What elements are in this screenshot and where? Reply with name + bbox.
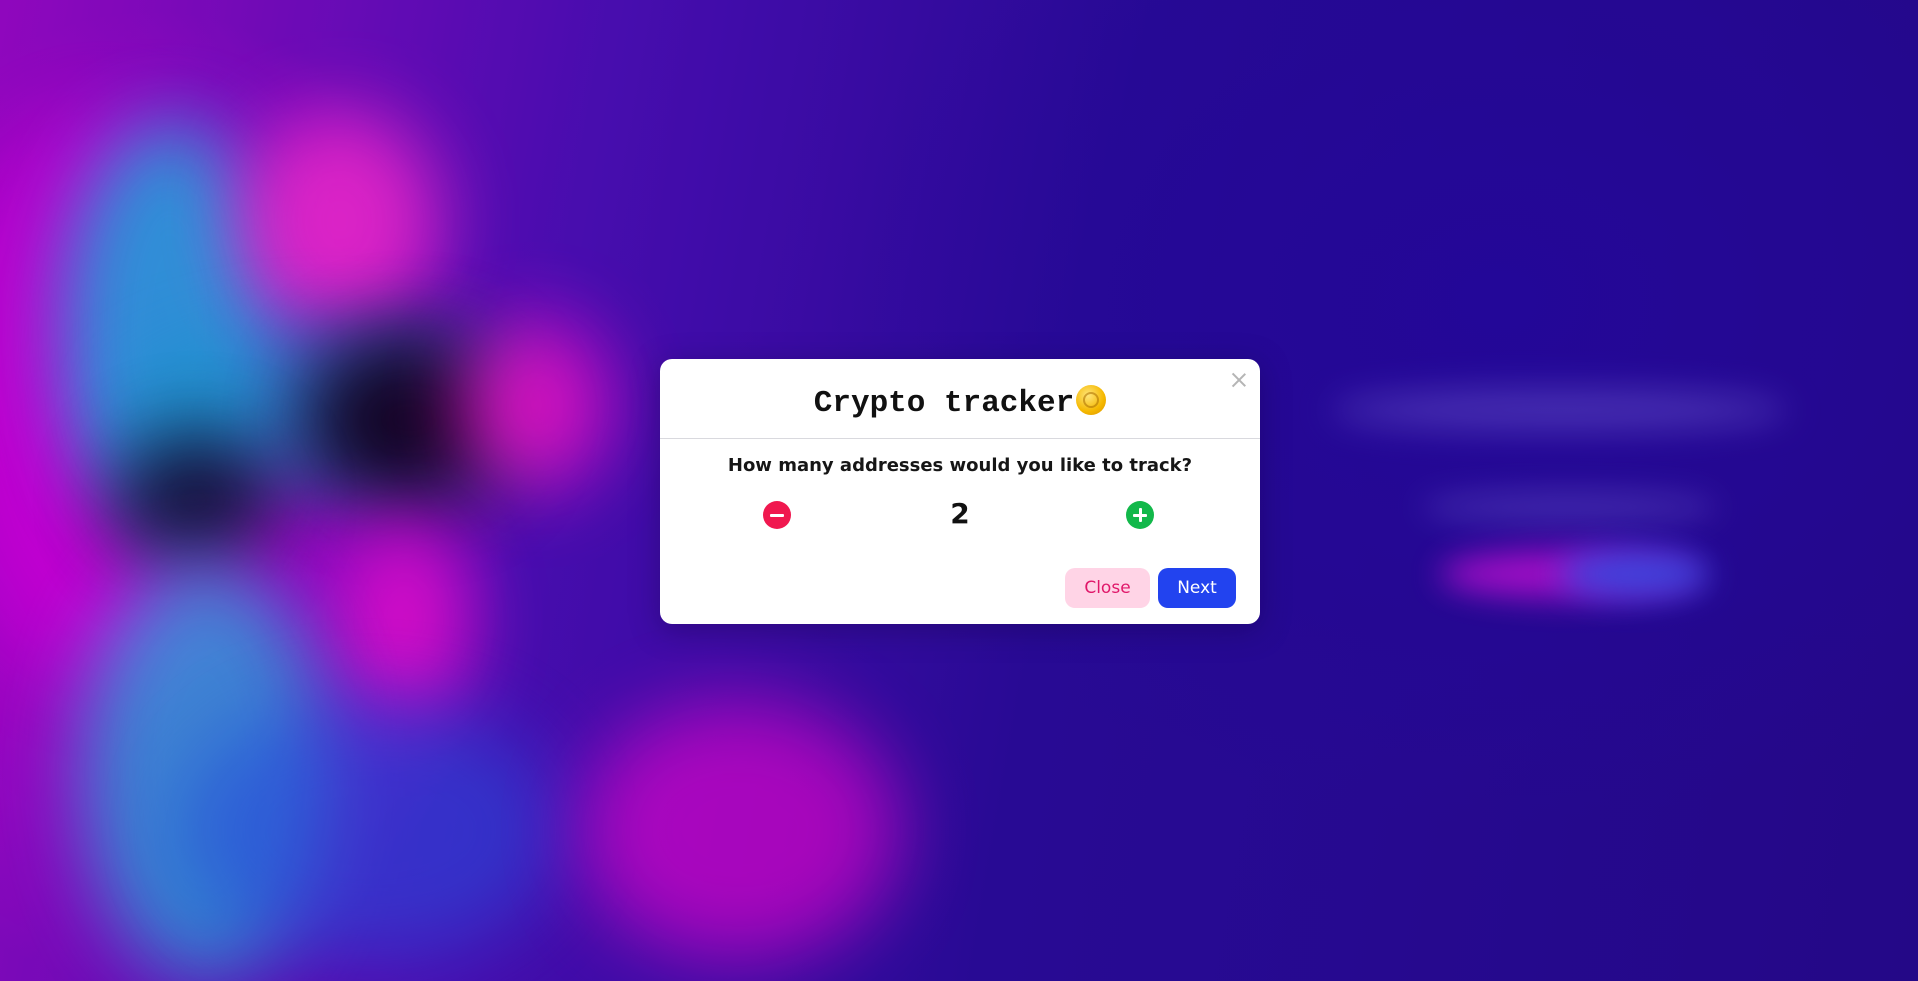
close-icon[interactable] [1230,371,1248,389]
next-button[interactable]: Next [1158,568,1236,608]
close-button[interactable]: Close [1065,568,1150,608]
address-count-value: 2 [950,497,970,530]
address-count-stepper: 2 [660,493,1260,537]
dialog-title-row: Crypto tracker [660,385,1260,421]
increment-button[interactable] [1126,501,1154,529]
crypto-tracker-dialog: Crypto tracker How many addresses would … [660,359,1260,624]
dialog-header: Crypto tracker [660,359,1260,439]
address-count-question: How many addresses would you like to tra… [727,455,1193,476]
coin-icon [1076,385,1107,415]
dialog-title: Crypto tracker [813,386,1075,421]
